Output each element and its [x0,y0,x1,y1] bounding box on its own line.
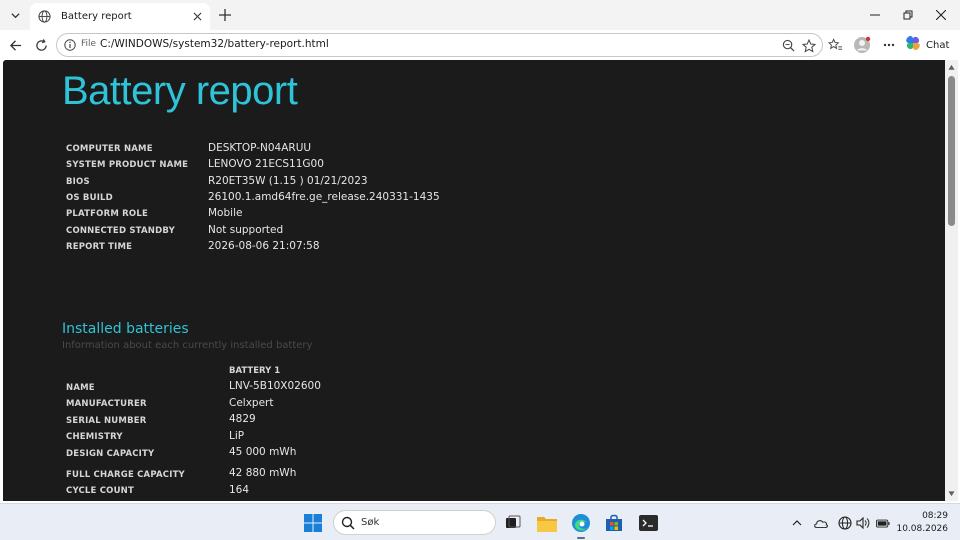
system-clock[interactable]: 08:29 10.08.2026 [896,510,948,536]
search-icon [341,516,355,530]
battery-value: 42 880 mWh [229,467,297,479]
battery-label: CHEMISTRY [66,432,123,442]
task-view-icon[interactable] [501,511,525,535]
copilot-icon [904,34,922,56]
info-value: Not supported [208,224,284,236]
clock-date: 10.08.2026 [896,524,948,534]
store-icon[interactable] [602,511,626,535]
battery-value: 45 000 mWh [229,446,297,458]
battery-value: Celxpert [229,397,274,409]
page-viewport[interactable]: Battery report COMPUTER NAME DESKTOP-N04… [3,60,945,501]
close-icon[interactable] [189,9,205,25]
battery-column-header: BATTERY 1 [229,366,281,376]
tab-strip: Battery report [0,0,960,30]
section-subtitle: Information about each currently install… [62,340,313,351]
battery-value: LNV-5B10X02600 [229,380,321,392]
terminal-icon[interactable] [636,511,660,535]
clock-time: 08:29 [922,511,948,521]
battery-label: DESIGN CAPACITY [66,449,155,459]
info-value: 2026-08-06 21:07:58 [208,240,320,252]
star-icon[interactable] [801,38,816,53]
refresh-icon[interactable] [31,35,51,55]
scroll-up-icon[interactable] [948,64,955,71]
file-explorer-icon[interactable] [535,511,559,535]
browser-toolbar: File C:/WINDOWS/system32/battery-report.… [0,30,960,60]
active-tab[interactable]: Battery report [30,3,210,30]
volume-icon[interactable] [856,516,870,530]
info-icon[interactable] [63,38,77,52]
onedrive-icon[interactable] [814,516,828,530]
taskbar-search[interactable]: Søk [333,510,496,535]
edge-icon[interactable] [569,511,593,535]
info-value: LENOVO 21ECS11G00 [208,158,324,170]
info-label: CONNECTED STANDBY [66,226,175,236]
active-indicator [577,537,585,539]
battery-label: MANUFACTURER [66,399,147,409]
battery-value: 4829 [229,413,256,425]
battery-label: NAME [66,383,95,393]
favorites-icon[interactable] [825,35,845,55]
chevron-up-icon[interactable] [790,516,804,530]
taskbar: Søk 08:29 10.08.2026 [0,503,960,540]
battery-label: SERIAL NUMBER [66,416,147,426]
more-icon[interactable] [879,35,899,55]
address-url[interactable]: C:/WINDOWS/system32/battery-report.html [100,38,329,50]
battery-icon[interactable] [876,516,890,530]
network-icon[interactable] [838,516,852,530]
close-window-icon[interactable] [926,4,956,26]
info-value: 26100.1.amd64fre.ge_release.240331-1435 [208,191,440,203]
info-label: COMPUTER NAME [66,144,153,154]
info-label: OS BUILD [66,193,113,203]
plus-icon[interactable] [215,6,235,24]
back-icon[interactable] [5,35,25,55]
page-title: Battery report [62,69,298,113]
tab-title: Battery report [61,11,132,22]
copilot-chat-button[interactable]: Chat [904,34,949,56]
scrollbar-thumb[interactable] [948,76,955,226]
chat-label: Chat [926,39,950,51]
zoom-icon[interactable] [781,38,796,53]
battery-value: 164 [229,484,250,496]
restore-icon[interactable] [893,4,923,26]
info-value: Mobile [208,207,243,219]
address-prefix: File [81,39,97,49]
info-label: SYSTEM PRODUCT NAME [66,160,189,170]
section-title: Installed batteries [62,321,189,337]
tab-actions-icon[interactable] [5,6,25,25]
info-value: R20ET35W (1.15 ) 01/21/2023 [208,175,368,187]
start-icon[interactable] [301,511,325,535]
minimize-icon[interactable] [860,4,890,26]
info-label: PLATFORM ROLE [66,209,148,219]
battery-label: FULL CHARGE CAPACITY [66,470,185,480]
battery-value: LiP [229,430,245,442]
info-label: BIOS [66,177,90,187]
address-bar[interactable]: File C:/WINDOWS/system32/battery-report.… [56,33,823,57]
info-value: DESKTOP-N04ARUU [208,142,312,154]
battery-label: CYCLE COUNT [66,486,134,496]
globe-icon [37,10,51,24]
vertical-scrollbar[interactable] [945,60,958,501]
scroll-down-icon[interactable] [948,490,955,497]
profile-icon[interactable] [852,35,872,55]
search-label: Søk [361,517,380,528]
info-label: REPORT TIME [66,242,133,252]
